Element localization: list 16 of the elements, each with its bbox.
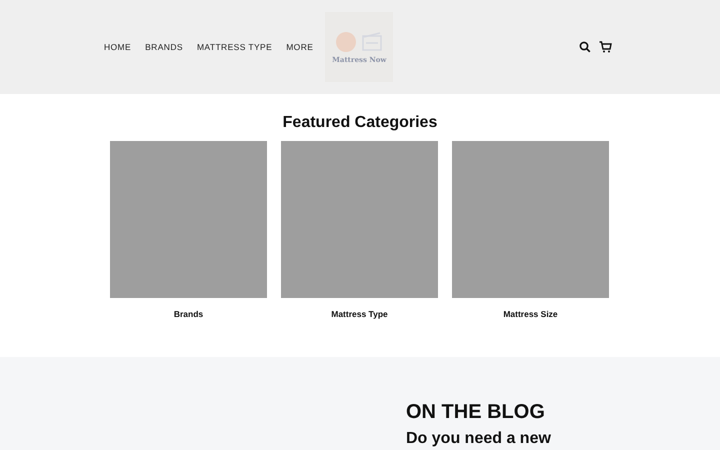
image-placeholder[interactable] [281,141,438,298]
category-link[interactable]: Brands [174,309,204,319]
nav-link[interactable]: MATTRESS TYPE [196,42,272,52]
category-link[interactable]: Mattress Size [503,309,558,319]
cart-icon[interactable] [599,41,612,53]
circle-icon [335,30,358,52]
image-placeholder[interactable] [110,141,267,298]
nav-link[interactable]: HOME [104,42,132,52]
image-placeholder[interactable] [452,141,609,298]
section-title: ON THE BLOG [406,401,546,424]
nav-link[interactable]: BRANDS [145,42,183,52]
nav-link[interactable]: MORE [286,42,314,52]
post-title[interactable]: Do you need a new [406,430,720,448]
search-icon[interactable] [579,41,591,53]
section-title: Featured Categories [282,114,438,132]
category-link[interactable]: Mattress Type [331,309,388,319]
